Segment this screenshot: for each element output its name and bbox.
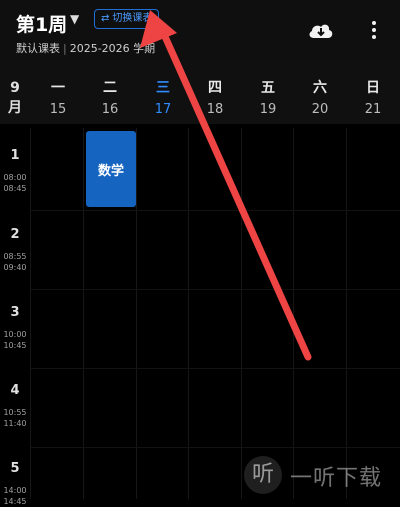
period-number: 2: [10, 227, 20, 242]
period-label: 2 08:55 09:40: [0, 227, 30, 273]
day-date: 15: [49, 102, 67, 117]
period-label: 3 10:00 10:45: [0, 305, 30, 351]
chevron-down-icon[interactable]: ▼: [70, 12, 79, 26]
watermark-logo-icon: 听: [244, 456, 282, 494]
schedule-name: 默认课表: [16, 42, 60, 55]
grid-divider: [83, 128, 84, 499]
period-label: 5 14:00 14:45: [0, 461, 30, 507]
period-number: 5: [10, 461, 20, 476]
course-block-math[interactable]: 数学: [86, 131, 136, 207]
grid-divider: [188, 128, 189, 499]
period-end: 08:45: [3, 184, 27, 193]
day-date: 17: [154, 102, 172, 117]
term-text: 2025-2026 学期: [69, 42, 156, 55]
subtitle-divider: |: [63, 42, 67, 55]
grid-divider: [30, 128, 31, 499]
grid-divider: [30, 368, 400, 369]
switch-schedule-button[interactable]: ⇄ 切换课表: [94, 9, 160, 29]
day-name: 日: [366, 80, 380, 96]
period-time: 10:00 10:45: [0, 329, 30, 351]
grid-divider: [346, 128, 347, 499]
grid-divider: [30, 447, 400, 448]
day-name: 二: [103, 80, 117, 96]
period-time: 08:55 09:40: [0, 251, 30, 273]
day-name: 四: [208, 80, 222, 96]
month-suffix: 月: [8, 100, 22, 116]
day-date: 18: [206, 102, 224, 117]
timetable-grid[interactable]: [0, 128, 400, 499]
switch-schedule-label: 切换课表: [112, 13, 153, 24]
period-time: 08:00 08:45: [0, 172, 30, 194]
period-start: 14:00: [3, 486, 27, 495]
day-date: 20: [311, 102, 329, 117]
day-date: 16: [101, 102, 119, 117]
swap-icon: ⇄: [101, 13, 110, 24]
day-name: 三: [156, 80, 170, 96]
schedule-subtitle: 默认课表 | 2025-2026 学期: [16, 40, 155, 56]
period-label: 1 08:00 08:45: [0, 148, 30, 194]
day-header-sat[interactable]: 六 20: [294, 78, 346, 120]
period-label: 4 10:55 11:40: [0, 383, 30, 429]
period-start: 10:00: [3, 330, 27, 339]
day-header-tue[interactable]: 二 16: [84, 78, 136, 120]
day-name: 五: [261, 80, 275, 96]
period-number: 3: [10, 305, 20, 320]
day-name: 六: [313, 80, 327, 96]
period-time: 10:55 11:40: [0, 407, 30, 429]
day-header-wed[interactable]: 三 17: [137, 78, 189, 120]
watermark: 听 一听下载: [238, 452, 400, 499]
course-name: 数学: [97, 163, 124, 179]
period-start: 10:55: [3, 408, 27, 417]
month-label: 9 月: [0, 78, 30, 118]
grid-divider: [293, 128, 294, 499]
period-end: 14:45: [3, 497, 27, 506]
week-selector[interactable]: 第1周: [16, 10, 67, 37]
more-options-icon[interactable]: [370, 18, 378, 42]
grid-divider: [30, 289, 400, 290]
period-number: 4: [10, 383, 20, 398]
day-header-thu[interactable]: 四 18: [189, 78, 241, 120]
period-end: 10:45: [3, 341, 27, 350]
day-date: 21: [364, 102, 382, 117]
month-number: 9: [10, 80, 20, 96]
period-end: 09:40: [3, 263, 27, 272]
day-header-fri[interactable]: 五 19: [242, 78, 294, 120]
cloud-download-icon[interactable]: [308, 20, 334, 40]
day-header-mon[interactable]: 一 15: [32, 78, 84, 120]
period-number: 1: [10, 148, 20, 163]
grid-divider: [30, 210, 400, 211]
grid-divider: [136, 128, 137, 499]
watermark-text: 一听下载: [290, 466, 383, 491]
grid-divider: [241, 128, 242, 499]
period-end: 11:40: [3, 419, 27, 428]
period-start: 08:55: [3, 252, 27, 261]
top-bar: 第1周 ▼ ⇄ 切换课表 默认课表 | 2025-2026 学期: [0, 0, 400, 62]
period-time: 14:00 14:45: [0, 485, 30, 507]
day-name: 一: [51, 80, 65, 96]
day-date: 19: [259, 102, 277, 117]
day-header-sun[interactable]: 日 21: [347, 78, 399, 120]
period-start: 08:00: [3, 173, 27, 182]
